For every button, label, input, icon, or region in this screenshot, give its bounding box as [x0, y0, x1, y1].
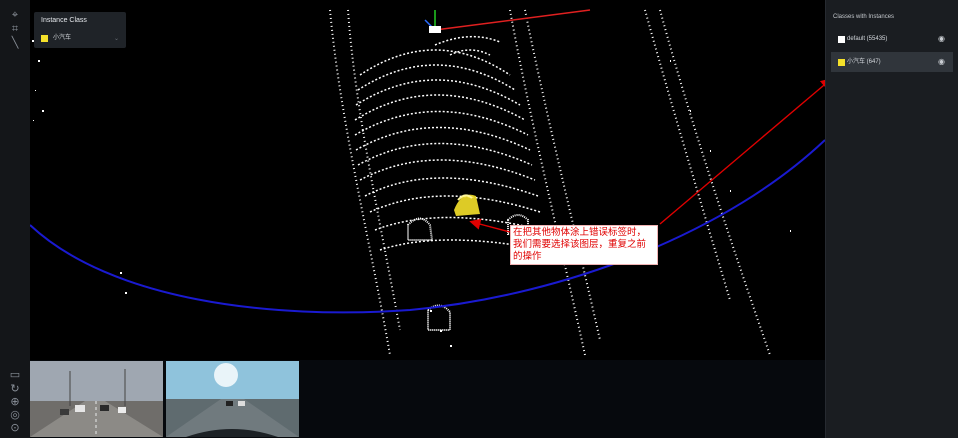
visibility-eye-icon[interactable]: ◉	[938, 35, 946, 43]
class-label: default (55435)	[847, 36, 888, 42]
highlighted-vehicle-instance[interactable]	[454, 194, 480, 216]
camera-thumbnail-rear[interactable]	[166, 361, 299, 437]
class-row-car[interactable]: 小汽车 (647) ◉	[831, 52, 953, 72]
classes-panel-title: Classes with Instances	[833, 14, 895, 20]
class-label: 小汽车 (647)	[847, 59, 881, 65]
camera-thumbnail-front[interactable]	[30, 361, 163, 437]
ego-vehicle-axes	[424, 9, 591, 33]
trajectory-line	[30, 139, 825, 314]
lidar-scan-rings	[354, 35, 546, 251]
monitor-icon[interactable]: ▭	[8, 368, 22, 382]
line-tool-icon[interactable]: ╲	[8, 36, 22, 50]
fit-view-icon[interactable]: ◎	[8, 408, 22, 422]
instance-class-title: Instance Class	[41, 17, 87, 24]
instance-class-panel: Instance Class 小汽车 ⌄	[34, 12, 126, 48]
lidar-lane-walls	[329, 9, 771, 356]
settings-view-icon[interactable]: ⊙	[8, 421, 22, 435]
class-color-swatch	[838, 36, 845, 43]
instance-class-select[interactable]: 小汽车 ⌄	[39, 34, 121, 45]
camera-strip	[30, 360, 825, 438]
annotation-text: 在把其他物体涂上错误标签时，我们需要选择该图层，重复之前的操作	[513, 227, 647, 262]
class-color-swatch	[838, 59, 845, 66]
visibility-eye-icon[interactable]: ◉	[938, 58, 946, 66]
rotate-icon[interactable]: ↻	[8, 382, 22, 396]
left-toolbar: ⌖ ⌗ ╲ ▭ ↻ ⊕ ◎ ⊙	[0, 0, 31, 438]
class-color-swatch	[41, 35, 48, 42]
point-cloud-viewport[interactable]	[30, 0, 825, 360]
annotation-callout: 在把其他物体涂上错误标签时，我们需要选择该图层，重复之前的操作	[510, 225, 658, 265]
chevron-down-icon[interactable]: ⌄	[114, 34, 119, 43]
classes-panel: Classes with Instances default (55435) ◉…	[825, 0, 958, 438]
point-cloud-canvas[interactable]	[30, 0, 825, 360]
class-row-default[interactable]: default (55435) ◉	[831, 29, 953, 49]
annotation-arrow-to-vehicle	[469, 218, 511, 233]
instance-class-value: 小汽车	[53, 35, 72, 41]
grid-icon[interactable]: ⌗	[8, 22, 22, 36]
zoom-icon[interactable]: ⊕	[8, 395, 22, 409]
select-icon[interactable]: ⌖	[8, 8, 22, 22]
lidar-scatter-points	[32, 40, 791, 347]
